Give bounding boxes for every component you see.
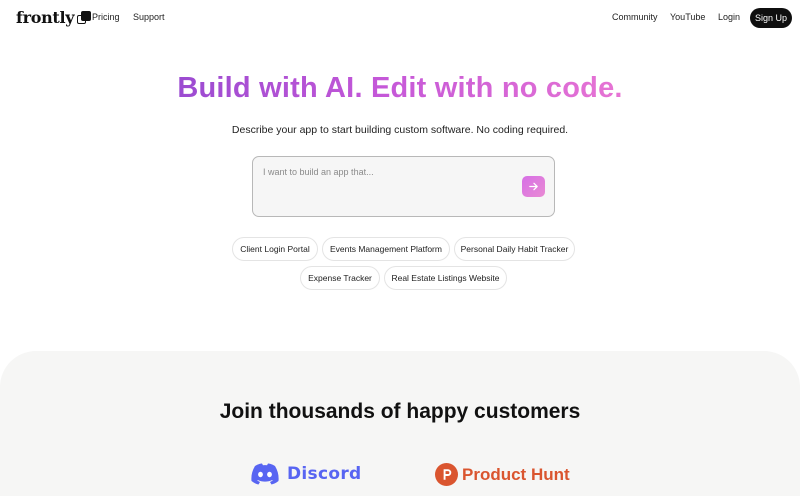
product-hunt-logo: Product Hunt [435,463,570,486]
discord-icon [251,463,279,485]
nav-link-login[interactable]: Login [718,12,740,22]
nav-link-support[interactable]: Support [133,12,165,22]
suggestion-chip[interactable]: Personal Daily Habit Tracker [454,237,575,261]
customers-title: Join thousands of happy customers [219,400,581,423]
discord-logo: Discord [250,462,361,486]
arrow-right-icon [529,182,538,191]
hero-title: Build with AI. Edit with no code. [177,72,623,104]
hero-subtitle: Describe your app to start building cust… [231,124,569,136]
suggestion-chip[interactable]: Events Management Platform [322,237,450,261]
nav-link-community[interactable]: Community [612,12,658,22]
frontly-logo[interactable]: frontly [16,8,92,27]
prompt-input[interactable] [263,167,513,177]
send-button[interactable] [522,176,545,197]
top-navbar: frontly Pricing Support Community YouTub… [0,0,800,36]
suggestion-chip[interactable]: Expense Tracker [300,266,380,290]
sign-up-button[interactable]: Sign Up [750,8,792,28]
logo-text: frontly [16,8,75,27]
suggestion-chip[interactable]: Client Login Portal [232,237,318,261]
prompt-box [252,156,555,217]
product-hunt-wordmark: Product Hunt [462,464,570,484]
product-hunt-icon [435,463,458,486]
logo-mark-icon [77,10,92,25]
nav-link-youtube[interactable]: YouTube [670,12,705,22]
suggestion-chip[interactable]: Real Estate Listings Website [384,266,507,290]
nav-link-pricing[interactable]: Pricing [92,12,120,22]
discord-wordmark: Discord [287,464,362,484]
